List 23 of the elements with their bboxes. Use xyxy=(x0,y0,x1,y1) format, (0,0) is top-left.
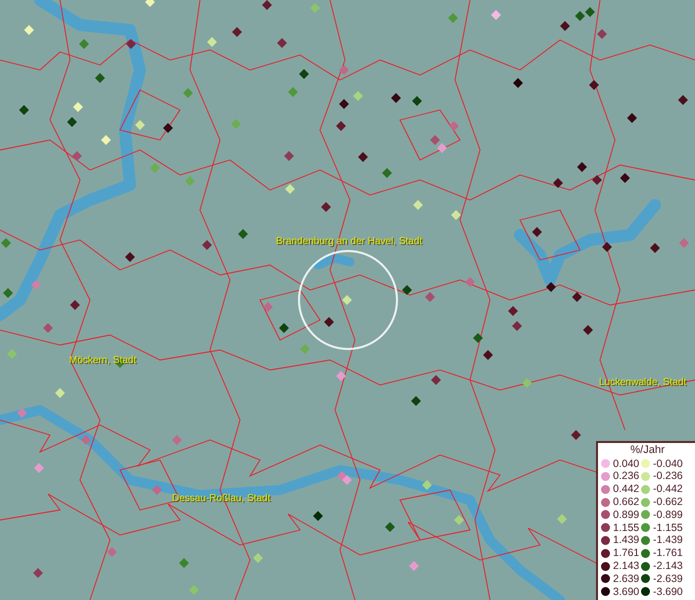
legend-value: -1.155 xyxy=(653,522,683,534)
legend-value: -0.040 xyxy=(653,458,683,470)
legend-value: 2.143 xyxy=(613,560,640,572)
legend-value: -1.761 xyxy=(653,547,683,560)
legend-value: -0.899 xyxy=(653,508,683,521)
legend-value: 0.899 xyxy=(613,508,640,521)
legend-value: 2.639 xyxy=(613,572,640,585)
legend-value: 0.662 xyxy=(613,496,640,508)
legend-value: 1.439 xyxy=(613,534,640,546)
legend-value: 0.442 xyxy=(613,483,640,496)
legend-value: -2.639 xyxy=(653,572,683,585)
legend-value: 0.236 xyxy=(613,470,640,482)
legend-value: 0.040 xyxy=(613,458,640,470)
legend-value: 3.690 xyxy=(613,586,640,598)
legend-value: -0.442 xyxy=(653,483,683,496)
legend-value: -0.236 xyxy=(653,470,683,482)
legend-title: %/Jahr xyxy=(630,444,665,458)
legend-value: -1.439 xyxy=(653,534,683,546)
legend-value: -0.662 xyxy=(653,496,683,508)
legend-value: -3.690 xyxy=(653,586,683,598)
legend-value: -2.143 xyxy=(653,560,683,572)
legend-value: 1.155 xyxy=(613,522,640,534)
legend-value: 1.761 xyxy=(613,547,640,560)
